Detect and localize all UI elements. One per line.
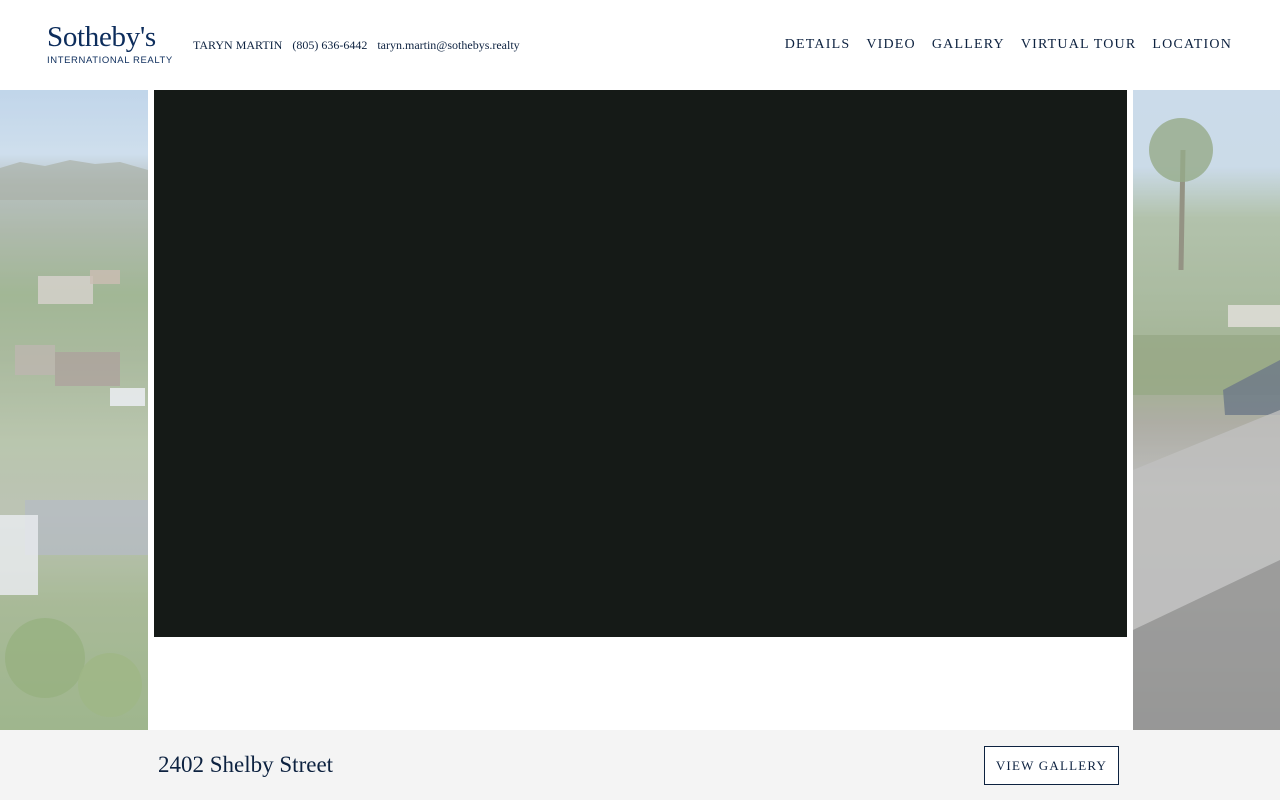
agent-name: TARYN MARTIN <box>193 38 283 52</box>
nav-details[interactable]: DETAILS <box>785 37 851 53</box>
property-address: 2402 Shelby Street <box>158 752 334 777</box>
previous-slide-photo[interactable] <box>0 90 148 730</box>
nav-video[interactable]: VIDEO <box>866 37 916 53</box>
site-header: Sotheby's INTERNATIONAL REALTY TARYN MAR… <box>0 0 1280 90</box>
next-slide-photo[interactable] <box>1133 90 1280 730</box>
agent-contact: TARYN MARTIN (805) 636-6442 taryn.martin… <box>193 38 520 53</box>
main-nav: DETAILS VIDEO GALLERY VIRTUAL TOUR LOCAT… <box>785 37 1232 53</box>
nav-virtual-tour[interactable]: VIRTUAL TOUR <box>1021 37 1137 53</box>
nav-location[interactable]: LOCATION <box>1152 37 1232 53</box>
view-gallery-button[interactable]: VIEW GALLERY <box>984 746 1119 785</box>
nav-gallery[interactable]: GALLERY <box>932 37 1005 53</box>
agent-phone-link[interactable]: (805) 636-6442 <box>292 38 367 52</box>
video-player[interactable] <box>154 90 1127 637</box>
logo-subtitle: INTERNATIONAL REALTY <box>47 55 173 66</box>
agent-email-link[interactable]: taryn.martin@sothebys.realty <box>377 38 519 52</box>
logo-wordmark: Sotheby's <box>47 21 156 53</box>
sothebys-logo[interactable]: Sotheby's INTERNATIONAL REALTY <box>47 22 173 66</box>
